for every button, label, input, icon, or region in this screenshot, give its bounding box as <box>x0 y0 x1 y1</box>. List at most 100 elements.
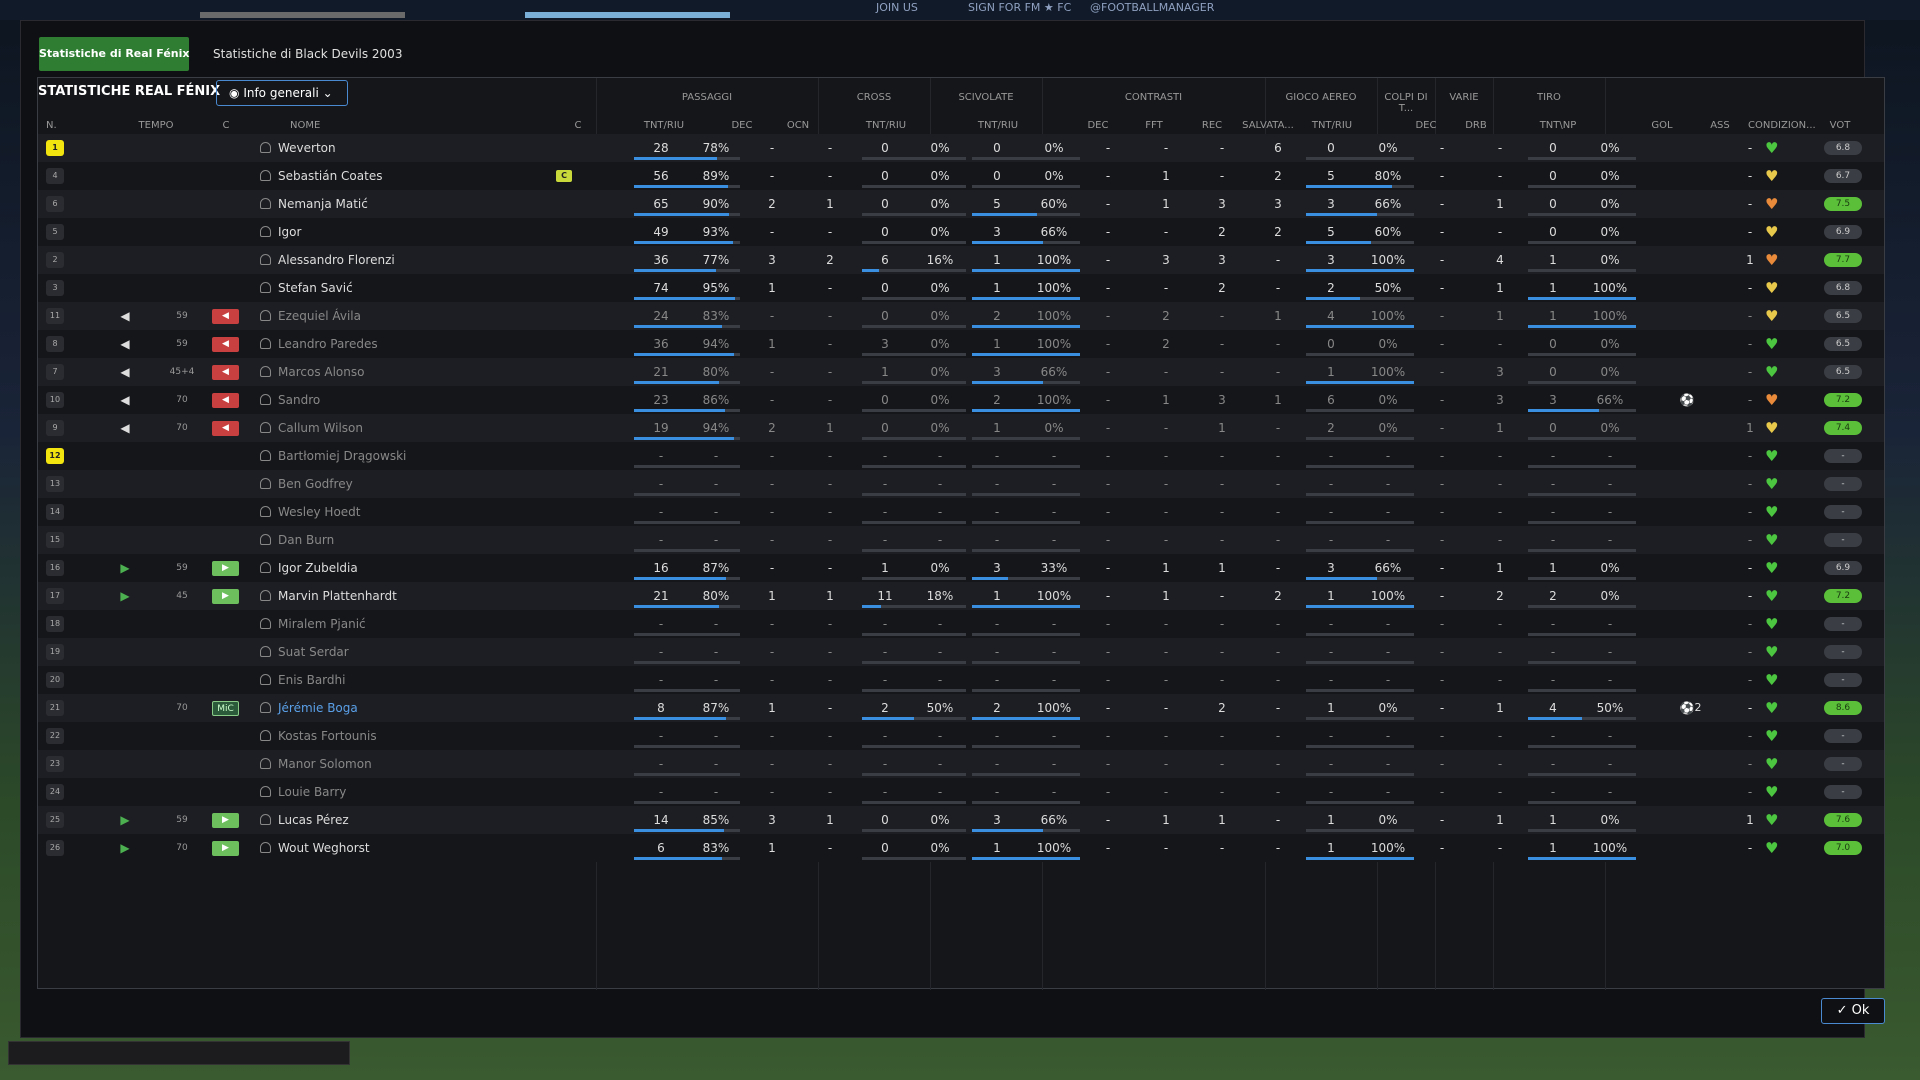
player-name[interactable]: Lucas Pérez <box>278 806 349 834</box>
player-name[interactable]: Bartłomiej Drągowski <box>278 442 406 470</box>
table-row[interactable]: 10 ◀ 70 ◀ Sandro 23 86% - -0 0% 2 100% -1 3 1 6 0% -3 3 66%… <box>38 386 1884 414</box>
headers-decisive: - <box>1439 449 1445 463</box>
dribbles: 2 <box>1496 589 1504 603</box>
table-row[interactable]: 26 ▶ 70 ▶ Wout Weghorst 6 83% 1-0 0% 1 100% - - - -1 10… <box>38 834 1884 862</box>
player-name[interactable]: Alessandro Florenzi <box>278 246 395 274</box>
tackles-bar <box>972 857 1080 860</box>
saves: - <box>1275 645 1281 659</box>
column-header[interactable]: TNT/RIU <box>968 120 1028 131</box>
recoveries: 2 <box>1218 225 1226 239</box>
player-name[interactable]: Louie Barry <box>278 778 346 806</box>
table-row[interactable]: 4 Sebastián Coates C 56 89% - -0 0% 0 0% -1-2 5 80% -… <box>38 162 1884 190</box>
condition-heart-icon: ♥ <box>1765 559 1779 577</box>
table-row[interactable]: 12 Bartłomiej Drągowski - - - - - - - - - - - - - - - - - -… <box>38 442 1884 470</box>
column-header[interactable]: SALVATA... <box>1238 120 1298 131</box>
player-name[interactable]: Dan Burn <box>278 526 334 554</box>
view-selector-button[interactable]: ◉ Info generali ⌄ <box>216 80 348 106</box>
dribbles: 1 <box>1496 813 1504 827</box>
player-name[interactable]: Marvin Plattenhardt <box>278 582 397 610</box>
shots-bar <box>1528 493 1636 496</box>
table-row[interactable]: 9 ◀ 70 ◀ Callum Wilson 19 94% 2 1 0 0% 1 0% - -1-2 0% -1… <box>38 414 1884 442</box>
column-header[interactable]: NOME <box>290 120 350 131</box>
column-header[interactable]: VOT <box>1810 120 1870 131</box>
player-name[interactable]: Manor Solomon <box>278 750 372 778</box>
column-header[interactable]: C <box>196 120 256 131</box>
table-row[interactable]: 15 Dan Burn - - - - - - - - - - - - - - - - - - - ♥ - <box>38 526 1884 554</box>
column-header[interactable]: ASS <box>1690 120 1750 131</box>
column-header[interactable]: REC <box>1182 120 1242 131</box>
table-row[interactable]: 8 ◀ 59 ◀ Leandro Paredes 36 94% 1-3 0% 1 100% -2- -0… <box>38 330 1884 358</box>
column-header[interactable]: TEMPO <box>126 120 186 131</box>
player-name[interactable]: Jérémie Boga <box>278 694 358 722</box>
tab-black-devils[interactable]: Statistiche di Black Devils 2003 <box>213 37 402 71</box>
minute-cell: 59 <box>176 563 188 573</box>
player-name[interactable]: Igor <box>278 218 301 246</box>
tab-real-fenix[interactable]: Statistiche di Real Fénix <box>39 37 190 71</box>
table-row[interactable]: 24 Louie Barry - - - - - - - - - - - - - - - - - - - ♥ - <box>38 778 1884 806</box>
minute-cell <box>162 638 202 666</box>
table-row[interactable]: 25 ▶ 59 ▶ Lucas Pérez 14 85% 3 1 0 0% 3 66% -1 1-1 0% -1… <box>38 806 1884 834</box>
table-row[interactable]: 21 70 MiC Jérémie Boga 8 87% 1-2 50% 2 100% - -2-1 0… <box>38 694 1884 722</box>
column-header[interactable]: N. <box>46 120 106 131</box>
player-name[interactable]: Miralem Pjanić <box>278 610 366 638</box>
player-name[interactable]: Wout Weghorst <box>278 834 370 862</box>
column-header[interactable]: OCN <box>768 120 828 131</box>
shots-bar <box>1528 325 1636 328</box>
table-row[interactable]: 18 Miralem Pjanić - - - - - - - - - - - - - - - - - - - ♥ - <box>38 610 1884 638</box>
column-header[interactable]: FFT <box>1124 120 1184 131</box>
table-row[interactable]: 22 Kostas Fortounis - - - - - - - - - - - - - - - - - - - ♥ - <box>38 722 1884 750</box>
table-row[interactable]: 19 Suat Serdar - - - - - - - - - - - - - - - - - - - ♥ - <box>38 638 1884 666</box>
player-name[interactable]: Callum Wilson <box>278 414 363 442</box>
bar-track <box>862 409 966 412</box>
table-row[interactable]: 20 Enis Bardhi - - - - - - - - - - - - - - - - - - - ♥ - <box>38 666 1884 694</box>
headers-decisive: - <box>1439 729 1445 743</box>
player-name[interactable]: Igor Zubeldia <box>278 554 358 582</box>
contrasts-decisive: - <box>1105 169 1111 183</box>
column-header[interactable]: DEC <box>712 120 772 131</box>
table-row[interactable]: 7 ◀ 45+4 ◀ Marcos Alonso 21 80% - -1 0% 3 66% - - - -1 1… <box>38 358 1884 386</box>
headers-decisive: - <box>1439 561 1445 575</box>
column-header[interactable]: GOL <box>1632 120 1692 131</box>
condition-heart-icon: ♥ <box>1765 447 1779 465</box>
table-row[interactable]: 2 Alessandro Florenzi 36 77% 3 2 6 16% 1 100% -3 3-… <box>38 246 1884 274</box>
player-name[interactable]: Nemanja Matić <box>278 190 368 218</box>
shirt-number-icon: 25 <box>46 812 64 828</box>
table-row[interactable]: 3 Stefan Savić 74 95% 1-0 0% 1 100% - -2-2 50% -1 1 1… <box>38 274 1884 302</box>
column-header[interactable]: TNT/RIU <box>856 120 916 131</box>
player-name[interactable]: Wesley Hoedt <box>278 498 361 526</box>
column-header[interactable]: CONDIZION... <box>1748 120 1816 131</box>
player-name[interactable]: Leandro Paredes <box>278 330 378 358</box>
table-row[interactable]: 16 ▶ 59 ▶ Igor Zubeldia 16 87% - -1 0% 3 33% -1 1-3 66… <box>38 554 1884 582</box>
player-name[interactable]: Kostas Fortounis <box>278 722 377 750</box>
column-header[interactable]: TNT\NP <box>1528 120 1588 131</box>
column-header[interactable]: DRB <box>1446 120 1506 131</box>
column-header[interactable]: DEC <box>1068 120 1128 131</box>
player-name[interactable]: Marcos Alonso <box>278 358 364 386</box>
sub-out-badge: ◀ <box>212 309 239 324</box>
player-name[interactable]: Ezequiel Ávila <box>278 302 361 330</box>
table-row[interactable]: 13 Ben Godfrey - - - - - - - - - - - - - - - - - - - ♥ - <box>38 470 1884 498</box>
table-row[interactable]: 1 Weverton 28 78% - -0 0% 0 0% - - -6 0 0% - -0 0% - ♥ 6.8 <box>38 134 1884 162</box>
column-header[interactable]: TNT/RIU <box>1302 120 1362 131</box>
player-name[interactable]: Suat Serdar <box>278 638 349 666</box>
bar-track <box>1528 269 1636 272</box>
player-name[interactable]: Sebastián Coates <box>278 162 382 190</box>
table-row[interactable]: 11 ◀ 59 ◀ Ezequiel Ávila 24 83% - -0 0% 2 100% -2-1 4… <box>38 302 1884 330</box>
rating-badge: 6.8 <box>1824 141 1862 155</box>
player-name[interactable]: Ben Godfrey <box>278 470 353 498</box>
column-header[interactable]: C <box>548 120 608 131</box>
bar-fill <box>1306 577 1377 580</box>
player-name[interactable]: Weverton <box>278 134 336 162</box>
fouls: - <box>1163 617 1169 631</box>
table-row[interactable]: 17 ▶ 45 ▶ Marvin Plattenhardt 21 80% 1 1 11 18% 1 10… <box>38 582 1884 610</box>
table-row[interactable]: 14 Wesley Hoedt - - - - - - - - - - - - - - - - - - - ♥ - <box>38 498 1884 526</box>
player-name[interactable]: Sandro <box>278 386 320 414</box>
column-header[interactable]: TNT/RIU <box>634 120 694 131</box>
goal-count: 2 <box>1694 701 1702 714</box>
player-name[interactable]: Stefan Savić <box>278 274 353 302</box>
player-name[interactable]: Enis Bardhi <box>278 666 345 694</box>
ok-button[interactable]: ✓ Ok <box>1821 998 1885 1024</box>
table-row[interactable]: 6 Nemanja Matić 65 90% 2 1 0 0% 5 60% -1 3 3 3 66% -1 0 0… <box>38 190 1884 218</box>
table-row[interactable]: 23 Manor Solomon - - - - - - - - - - - - - - - - - - - ♥ - <box>38 750 1884 778</box>
table-row[interactable]: 5 Igor 49 93% - -0 0% 3 66% - -2 2 5 60% - -0 0% - ♥ 6.9 <box>38 218 1884 246</box>
